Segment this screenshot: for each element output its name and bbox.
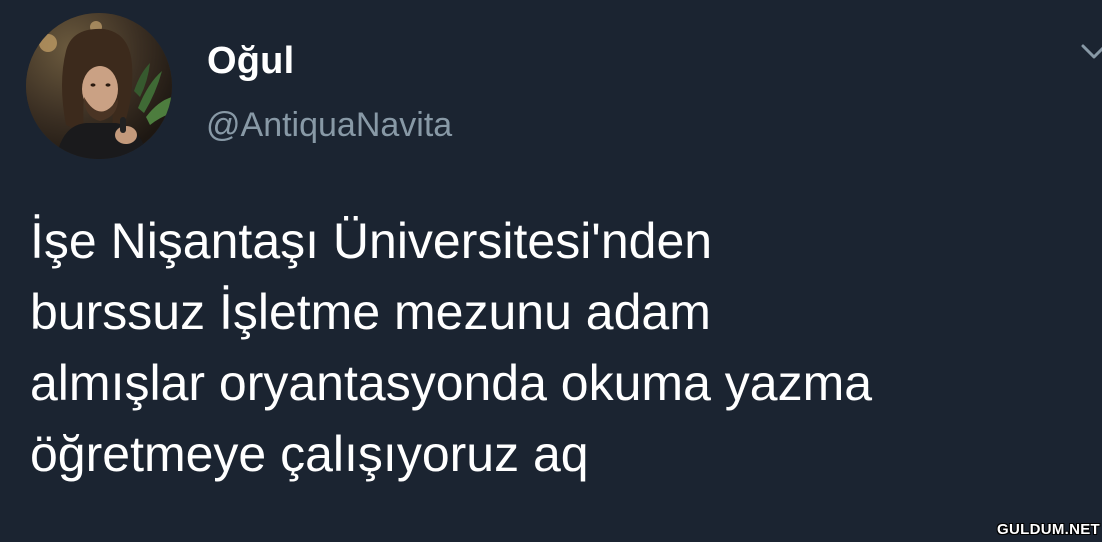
- display-name[interactable]: Oğul: [207, 38, 294, 84]
- profile-photo: [26, 13, 172, 159]
- chevron-down-icon[interactable]: [1079, 40, 1102, 64]
- tweet-text-line: burssuz İşletme mezunu adam: [30, 284, 711, 340]
- tweet-card: Oğul @AntiquaNavita İşe Nişantaşı Üniver…: [0, 0, 1102, 542]
- user-handle[interactable]: @AntiquaNavita: [206, 104, 452, 146]
- tweet-text-line: öğretmeye çalışıyoruz aq: [30, 426, 589, 482]
- tweet-text: İşe Nişantaşı Üniversitesi'nden burssuz …: [30, 206, 1090, 490]
- tweet-text-line: İşe Nişantaşı Üniversitesi'nden: [30, 213, 713, 269]
- tweet-text-line: almışlar oryantasyonda okuma yazma: [30, 355, 873, 411]
- watermark: GULDUM.NET: [997, 521, 1100, 538]
- avatar[interactable]: [26, 13, 172, 159]
